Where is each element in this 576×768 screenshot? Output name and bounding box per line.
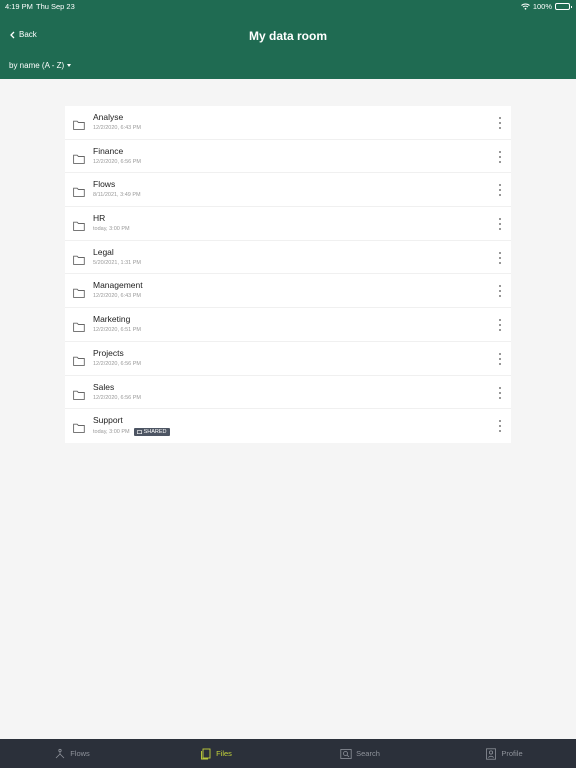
status-date: Thu Sep 23: [36, 2, 75, 11]
folder-icon: [73, 252, 85, 265]
file-name: Sales: [93, 381, 115, 392]
more-options-icon[interactable]: [497, 285, 503, 298]
file-row[interactable]: Legal 5/20/2021, 1:31 PM: [65, 241, 511, 275]
folder-icon: [73, 285, 85, 299]
flows-icon: [54, 748, 66, 760]
search-icon: [340, 748, 352, 760]
file-name: HR: [93, 213, 106, 224]
file-date: 8/11/2021, 3:49 PM: [93, 192, 141, 199]
wifi-icon: [520, 3, 530, 10]
tab-files[interactable]: Files: [144, 739, 288, 768]
file-date: today, 3:00 PM: [93, 226, 130, 233]
file-row[interactable]: Marketing 12/2/2020, 6:51 PM: [65, 308, 511, 342]
folder-icon: [73, 387, 85, 400]
folder-icon: [73, 151, 85, 164]
file-meta: today, 3:00 PM SHARED: [93, 428, 170, 437]
page-title: My data room: [248, 29, 327, 43]
folder-icon: [73, 117, 85, 130]
status-bar: 4:19 PM Thu Sep 23 100%: [0, 0, 576, 14]
file-name: Support: [93, 415, 123, 426]
more-options-icon[interactable]: [497, 319, 503, 332]
file-row[interactable]: HR today, 3:00 PM: [65, 207, 511, 241]
file-row[interactable]: Management 12/2/2020, 6:43 PM: [65, 274, 511, 309]
file-date: 12/2/2020, 6:56 PM: [93, 394, 142, 401]
file-meta: 12/2/2020, 6:43 PM: [93, 293, 141, 299]
file-meta: 12/2/2020, 6:56 PM: [93, 395, 141, 401]
status-time: 4:19 PM: [5, 2, 33, 11]
shared-badge-label: SHARED: [143, 429, 167, 436]
file-meta: 12/2/2020, 6:56 PM: [93, 361, 141, 367]
folder-shared-icon: [136, 430, 142, 435]
files-icon: [200, 748, 212, 760]
tab-label: Profile: [501, 749, 523, 758]
shared-badge: SHARED: [133, 428, 170, 437]
file-name: Marketing: [93, 314, 131, 325]
tab-label: Search: [356, 749, 380, 758]
file-name: Finance: [93, 145, 124, 156]
more-options-icon[interactable]: [497, 117, 503, 129]
header-bar: 4:19 PM Thu Sep 23 100% Back My data roo…: [0, 0, 576, 79]
file-date: 12/2/2020, 6:56 PM: [93, 360, 142, 367]
file-date: 12/2/2020, 6:51 PM: [93, 327, 142, 334]
file-meta: 12/2/2020, 6:51 PM: [93, 327, 141, 333]
folder-icon: [73, 184, 85, 198]
folder-icon: [73, 319, 85, 332]
more-options-icon[interactable]: [497, 150, 503, 163]
file-row[interactable]: Flows 8/11/2021, 3:49 PM: [65, 173, 511, 208]
file-name: Management: [93, 280, 143, 291]
file-row[interactable]: Projects 12/2/2020, 6:56 PM: [65, 342, 511, 376]
sort-dropdown[interactable]: by name (A - Z): [9, 61, 72, 70]
file-meta: 12/2/2020, 6:56 PM: [93, 159, 141, 165]
file-date: 5/20/2021, 1:31 PM: [93, 259, 142, 266]
file-row[interactable]: Sales 12/2/2020, 6:56 PM: [65, 376, 511, 410]
file-row[interactable]: Finance 12/2/2020, 6:56 PM: [65, 140, 511, 174]
more-options-icon[interactable]: [497, 352, 503, 365]
more-options-icon[interactable]: [497, 386, 503, 399]
tab-search[interactable]: Search: [288, 739, 432, 768]
file-meta: 5/20/2021, 1:31 PM: [93, 260, 141, 266]
file-meta: 12/2/2020, 6:43 PM: [93, 125, 141, 131]
file-name: Projects: [93, 347, 124, 358]
file-list: Analyse 12/2/2020, 6:43 PM Finance 12/2/202…: [65, 106, 511, 443]
tab-label: Flows: [70, 749, 90, 758]
more-options-icon[interactable]: [497, 420, 503, 433]
file-date: 12/2/2020, 6:43 PM: [93, 293, 142, 300]
tab-bar: Flows Files Search Profile: [0, 739, 576, 768]
file-meta: today, 3:00 PM: [93, 226, 130, 232]
tab-flows[interactable]: Flows: [0, 739, 144, 768]
file-name: Flows: [93, 179, 116, 190]
profile-icon: [485, 747, 497, 760]
caret-down-icon: [67, 64, 72, 67]
sort-label: by name (A - Z): [9, 61, 65, 70]
status-right: 100%: [520, 2, 572, 11]
file-date: 12/2/2020, 6:56 PM: [93, 158, 142, 165]
more-options-icon[interactable]: [497, 218, 503, 231]
file-row[interactable]: Support today, 3:00 PM SHARED: [65, 409, 511, 443]
folder-icon: [73, 353, 85, 366]
more-options-icon[interactable]: [497, 251, 503, 264]
file-date: today, 3:00 PM: [93, 429, 130, 436]
file-date: 12/2/2020, 6:43 PM: [93, 125, 142, 131]
file-name: Analyse: [93, 112, 124, 122]
more-options-icon[interactable]: [497, 184, 503, 197]
folder-icon: [73, 218, 85, 231]
file-name: Legal: [93, 246, 114, 257]
file-row[interactable]: Analyse 12/2/2020, 6:43 PM: [65, 106, 511, 140]
file-meta: 8/11/2021, 3:49 PM: [93, 192, 141, 198]
tab-label: Files: [216, 749, 232, 758]
tab-profile[interactable]: Profile: [432, 739, 576, 768]
battery-percent: 100%: [532, 2, 552, 11]
folder-icon: [73, 420, 85, 434]
battery-icon: [555, 3, 572, 10]
